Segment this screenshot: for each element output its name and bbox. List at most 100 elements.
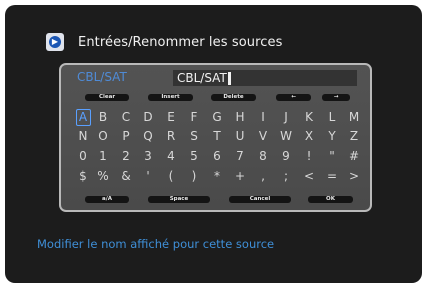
insert-button[interactable]: Insert — [148, 94, 193, 101]
case-toggle-button[interactable]: a/A — [85, 196, 129, 203]
key-label: ' — [146, 169, 150, 183]
key-0-3[interactable]: D — [137, 108, 159, 128]
key-label: I — [261, 110, 265, 124]
key-0-5[interactable]: F — [183, 108, 205, 128]
key-3-11[interactable]: = — [321, 167, 343, 187]
key-0-12[interactable]: M — [343, 108, 365, 128]
key-2-9[interactable]: 9 — [275, 147, 297, 167]
key-0-7[interactable]: H — [229, 108, 251, 128]
key-0-11[interactable]: L — [321, 108, 343, 128]
key-label: 0 — [79, 149, 87, 163]
key-3-7[interactable]: + — [229, 167, 251, 187]
key-label: L — [328, 110, 336, 124]
key-2-1[interactable]: 1 — [92, 147, 114, 167]
key-label: W — [280, 129, 292, 143]
key-label: 4 — [167, 149, 175, 163]
source-label: CBL/SAT — [77, 70, 127, 84]
key-label: 2 — [122, 149, 130, 163]
key-label: 1 — [99, 149, 107, 163]
help-text: Modifier le nom affiché pour cette sourc… — [37, 237, 275, 251]
key-label: T — [213, 129, 221, 143]
key-0-6[interactable]: G — [206, 108, 228, 128]
page-title: Entrées/Renommer les sources — [78, 34, 283, 50]
key-label: N — [78, 129, 88, 143]
key-label: R — [166, 129, 176, 143]
key-3-10[interactable]: < — [298, 167, 320, 187]
key-1-4[interactable]: R — [160, 127, 182, 147]
key-3-6[interactable]: * — [206, 167, 228, 187]
key-1-2[interactable]: P — [115, 127, 137, 147]
key-1-12[interactable]: Z — [343, 127, 365, 147]
key-2-0[interactable]: 0 — [72, 147, 94, 167]
key-label: " — [329, 149, 335, 163]
key-label: ( — [168, 169, 174, 183]
space-button[interactable]: Space — [148, 196, 210, 203]
key-label: 3 — [144, 149, 152, 163]
key-label: , — [261, 169, 265, 183]
key-label: > — [348, 169, 360, 183]
key-1-1[interactable]: O — [92, 127, 114, 147]
key-3-9[interactable]: ; — [275, 167, 297, 187]
key-label: 5 — [190, 149, 198, 163]
key-3-0[interactable]: $ — [72, 167, 94, 187]
key-3-2[interactable]: & — [115, 167, 137, 187]
key-label: 7 — [236, 149, 244, 163]
key-0-10[interactable]: K — [298, 108, 320, 128]
cursor-right-button[interactable]: → — [322, 94, 350, 101]
delete-button[interactable]: Delete — [211, 94, 256, 101]
key-1-7[interactable]: U — [229, 127, 251, 147]
key-0-4[interactable]: E — [160, 108, 182, 128]
key-label: X — [304, 129, 314, 143]
key-label: < — [303, 169, 315, 183]
clear-button[interactable]: Clear — [85, 94, 129, 101]
key-label: 6 — [213, 149, 221, 163]
key-label: 8 — [259, 149, 267, 163]
name-input-value: CBL/SAT — [177, 71, 227, 85]
key-0-2[interactable]: C — [115, 108, 137, 128]
key-label: M — [348, 110, 360, 124]
key-2-11[interactable]: " — [321, 147, 343, 167]
key-3-12[interactable]: > — [343, 167, 365, 187]
key-0-9[interactable]: J — [275, 108, 297, 128]
key-label: ! — [306, 149, 312, 163]
key-label: A — [75, 109, 91, 126]
key-0-8[interactable]: I — [252, 108, 274, 128]
key-2-4[interactable]: 4 — [160, 147, 182, 167]
key-label: B — [98, 110, 108, 124]
key-2-3[interactable]: 3 — [137, 147, 159, 167]
key-0-1[interactable]: B — [92, 108, 114, 128]
key-1-9[interactable]: W — [275, 127, 297, 147]
key-3-5[interactable]: ) — [183, 167, 205, 187]
key-1-0[interactable]: N — [72, 127, 94, 147]
name-input[interactable]: CBL/SAT — [173, 70, 357, 86]
key-2-10[interactable]: ! — [298, 147, 320, 167]
key-label: C — [121, 110, 131, 124]
text-cursor — [227, 71, 231, 85]
key-label: F — [190, 110, 198, 124]
key-1-6[interactable]: T — [206, 127, 228, 147]
key-3-4[interactable]: ( — [160, 167, 182, 187]
key-3-1[interactable]: % — [92, 167, 114, 187]
key-2-7[interactable]: 7 — [229, 147, 251, 167]
key-1-5[interactable]: S — [183, 127, 205, 147]
key-3-3[interactable]: ' — [137, 167, 159, 187]
key-1-10[interactable]: X — [298, 127, 320, 147]
key-label: V — [258, 129, 268, 143]
key-label: D — [143, 110, 153, 124]
key-2-8[interactable]: 8 — [252, 147, 274, 167]
ok-button[interactable]: OK — [308, 196, 353, 203]
key-label: * — [214, 169, 220, 183]
key-1-3[interactable]: Q — [137, 127, 159, 147]
key-2-2[interactable]: 2 — [115, 147, 137, 167]
cursor-left-button[interactable]: ← — [276, 94, 311, 101]
key-2-12[interactable]: # — [343, 147, 365, 167]
key-1-8[interactable]: V — [252, 127, 274, 147]
key-2-6[interactable]: 6 — [206, 147, 228, 167]
key-0-0[interactable]: A — [72, 108, 94, 128]
key-2-5[interactable]: 5 — [183, 147, 205, 167]
key-3-8[interactable]: , — [252, 167, 274, 187]
cancel-button[interactable]: Cancel — [229, 196, 291, 203]
key-label: ) — [191, 169, 197, 183]
key-1-11[interactable]: Y — [321, 127, 343, 147]
key-label: G — [212, 110, 222, 124]
